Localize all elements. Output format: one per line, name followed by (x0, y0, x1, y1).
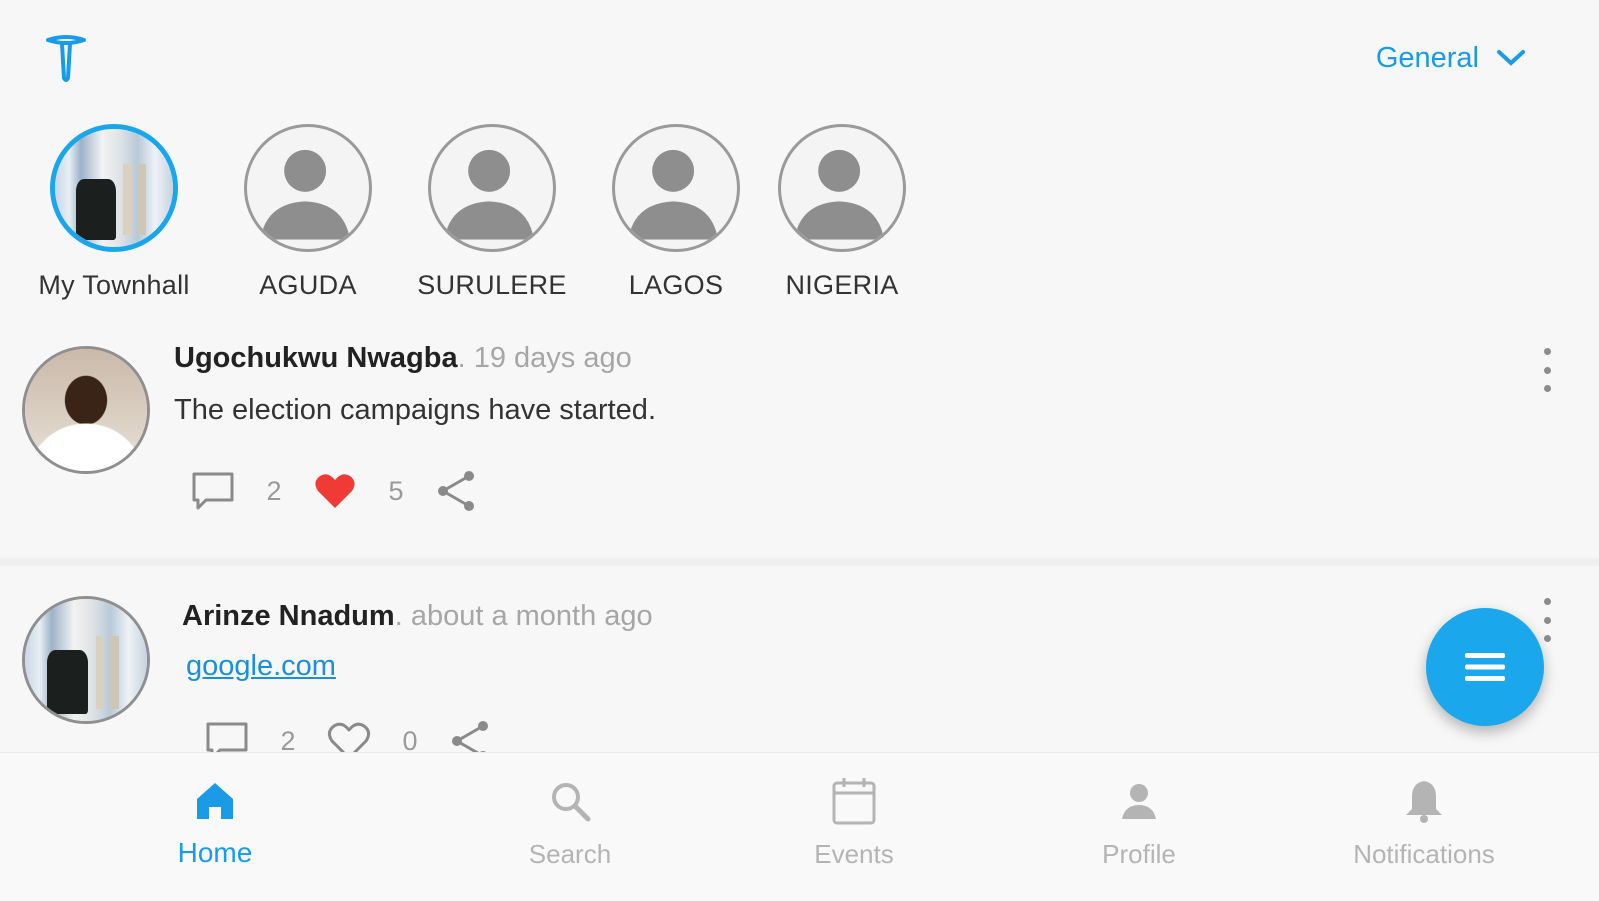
story-label: AGUDA (259, 270, 357, 300)
tab-home[interactable]: Home (105, 773, 325, 869)
home-icon (197, 783, 233, 819)
tab-events[interactable]: Events (744, 773, 964, 870)
author-avatar[interactable] (22, 346, 150, 474)
feed-post: Arinze Nnadum. about a month ago google.… (0, 566, 1599, 752)
calendar-icon (832, 778, 876, 825)
heart-filled-icon[interactable] (312, 468, 358, 514)
townhall-selector: My Townhall AGUDA SURULERE LAGOS NIGERIA (0, 124, 1000, 314)
share-icon[interactable] (434, 468, 480, 514)
story-surulere[interactable]: SURULERE (402, 124, 582, 301)
tab-search[interactable]: Search (460, 773, 680, 870)
tab-notifications[interactable]: Notifications (1314, 773, 1534, 870)
story-nigeria[interactable]: NIGERIA (752, 124, 932, 301)
tab-label: Notifications (1353, 839, 1495, 869)
story-lagos[interactable]: LAGOS (586, 124, 766, 301)
post-meta: Arinze Nnadum. about a month ago (182, 600, 653, 633)
comment-count: 2 (266, 475, 282, 506)
meta-separator: . (394, 600, 403, 632)
heart-outline-icon[interactable] (326, 718, 372, 752)
chevron-down-icon (1497, 50, 1525, 66)
townhall-logo-icon[interactable] (42, 32, 90, 86)
tab-label: Events (814, 839, 894, 869)
like-count: 5 (388, 475, 404, 506)
post-time: 19 days ago (473, 342, 632, 374)
tab-label: Search (528, 839, 612, 869)
like-count: 0 (402, 725, 418, 753)
share-icon[interactable] (448, 718, 494, 752)
author-name[interactable]: Ugochukwu Nwagba (174, 342, 458, 374)
bell-icon (1406, 781, 1442, 823)
person-placeholder-icon (778, 124, 906, 252)
story-label: LAGOS (628, 270, 724, 300)
tab-label: Profile (1102, 839, 1176, 869)
bottom-tab-bar: Home Search Events Profile Notifications (0, 752, 1599, 901)
comment-count: 2 (280, 725, 296, 753)
story-aguda[interactable]: AGUDA (218, 124, 398, 301)
person-placeholder-icon (244, 124, 372, 252)
more-options-icon[interactable] (1537, 598, 1557, 642)
story-label: SURULERE (417, 270, 567, 300)
scope-dropdown[interactable]: General (1376, 38, 1527, 78)
app-header: General (0, 0, 1599, 120)
scope-label: General (1375, 41, 1479, 74)
more-options-icon[interactable] (1537, 348, 1557, 392)
comment-icon[interactable] (204, 718, 250, 752)
meta-separator: . (457, 342, 466, 374)
person-icon (1122, 784, 1156, 819)
comment-icon[interactable] (190, 468, 236, 514)
feed-post: Ugochukwu Nwagba. 19 days ago The electi… (0, 330, 1599, 558)
author-avatar[interactable] (22, 596, 150, 724)
townhall-photo (55, 129, 173, 247)
person-placeholder-icon (428, 124, 556, 252)
townhall-avatar (50, 124, 178, 252)
story-my-townhall[interactable]: My Townhall (24, 124, 204, 301)
post-actions: 2 5 (190, 466, 480, 516)
search-icon (552, 783, 591, 822)
story-label: NIGERIA (785, 270, 899, 300)
tab-label: Home (177, 837, 253, 868)
author-name[interactable]: Arinze Nnadum (182, 600, 395, 632)
menu-fab-button[interactable] (1426, 608, 1544, 726)
menu-icon (1465, 653, 1505, 681)
person-placeholder-icon (612, 124, 740, 252)
post-meta: Ugochukwu Nwagba. 19 days ago (174, 342, 632, 375)
post-actions: 2 0 (204, 716, 494, 752)
tab-profile[interactable]: Profile (1029, 773, 1249, 870)
post-body: The election campaigns have started. (174, 394, 656, 426)
post-divider (0, 558, 1599, 566)
post-time: about a month ago (410, 600, 653, 632)
post-link[interactable]: google.com (186, 650, 336, 683)
story-label: My Townhall (38, 270, 190, 300)
